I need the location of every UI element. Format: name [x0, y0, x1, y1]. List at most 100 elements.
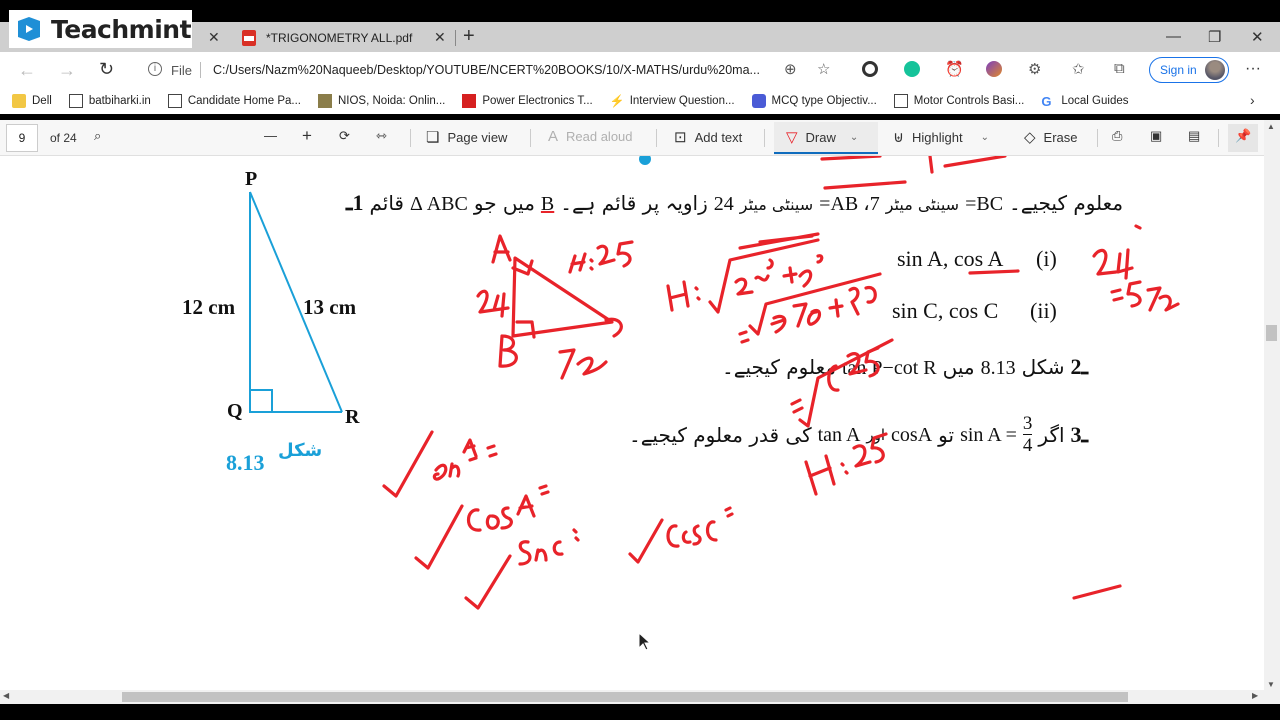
reload-button[interactable]: ↻ — [99, 59, 114, 80]
restore-button[interactable]: ❐ — [1208, 28, 1221, 46]
bookmark-item[interactable]: Power Electronics T... — [462, 94, 593, 108]
bookmark-item[interactable]: NIOS, Noida: Onlin... — [317, 94, 445, 108]
bookmark-item[interactable]: ⚡ Interview Question... — [610, 94, 735, 108]
collections-icon[interactable]: ⧉ — [1114, 60, 1125, 77]
ink-576-49 — [770, 285, 877, 334]
page-number-input[interactable]: 9 — [6, 124, 38, 152]
favorites-icon[interactable]: ✩ — [1072, 60, 1085, 78]
ink-24-squared — [1092, 224, 1142, 280]
highlight-button[interactable]: ⊎ Highlight ⌄ — [893, 128, 989, 146]
ink-sina — [432, 438, 498, 481]
ink-checkmark — [464, 554, 512, 610]
folder-icon — [12, 94, 26, 108]
vertical-scrollbar-thumb[interactable] — [1266, 325, 1277, 341]
forward-button[interactable]: → — [58, 60, 76, 81]
toolbar-divider — [656, 129, 657, 147]
scroll-left-arrow-icon[interactable]: ◀ — [3, 691, 9, 700]
ink-checkmark — [628, 518, 664, 564]
scroll-down-arrow-icon[interactable]: ▼ — [1267, 680, 1275, 689]
scheme-label: File — [171, 63, 192, 78]
info-icon[interactable]: i — [148, 62, 162, 76]
save-icon[interactable]: ▣ — [1150, 128, 1162, 144]
bookmark-item[interactable]: Dell — [12, 94, 52, 108]
bookmark-item[interactable]: batbiharki.in — [68, 94, 151, 108]
ink-7c — [558, 348, 608, 380]
bookmark-item[interactable]: Candidate Home Pa... — [167, 94, 301, 108]
bookmarks-bar: Dell batbiharki.in Candidate Home Pa... … — [0, 88, 1280, 114]
tab-close-button[interactable]: ✕ — [208, 29, 220, 46]
ink-annotations — [382, 156, 1180, 610]
extensions-puzzle-icon[interactable]: ⚙ — [1028, 60, 1041, 78]
bookmark-item[interactable]: MCQ type Objectiv... — [751, 94, 877, 108]
extension-shield-icon[interactable] — [862, 61, 878, 77]
search-icon[interactable]: ⌕ — [94, 128, 101, 144]
tab-close-button[interactable]: ✕ — [434, 29, 446, 46]
draw-active-indicator — [774, 152, 878, 154]
bookmark-item[interactable]: G Local Guides — [1041, 94, 1128, 109]
ink-label-a — [491, 234, 512, 264]
ink-stroke — [1072, 584, 1122, 600]
rotate-icon[interactable]: ⟳ — [339, 128, 350, 144]
ink-sqrt-3 — [798, 338, 894, 428]
grammarly-icon[interactable] — [904, 61, 920, 77]
teachmint-logo: Teachmint — [9, 10, 192, 48]
read-aloud-button[interactable]: A Read aloud — [548, 128, 633, 145]
ink-cosa — [466, 484, 550, 532]
draw-button[interactable]: ▽ Draw ⌄ — [786, 128, 858, 146]
zoom-icon[interactable]: ⊕ — [784, 60, 797, 78]
highlighter-icon: ⊎ — [893, 129, 904, 146]
job-icon — [462, 94, 477, 108]
google-icon: G — [1041, 94, 1052, 109]
add-favorite-icon[interactable]: ☆ — [817, 60, 830, 78]
vertical-scrollbar[interactable] — [1264, 120, 1280, 690]
ink-24 — [476, 289, 510, 318]
scroll-up-arrow-icon[interactable]: ▲ — [1267, 122, 1275, 131]
add-text-button[interactable]: ⊡ Add text — [674, 128, 742, 146]
url-field[interactable]: C:/Users/Nazm%20Naqueeb/Desktop/YOUTUBE/… — [213, 63, 760, 77]
new-tab-button[interactable]: + — [463, 25, 475, 48]
back-button[interactable]: ← — [18, 60, 36, 81]
erase-button[interactable]: ◇ Erase — [1024, 128, 1078, 146]
page-view-button[interactable]: ❏ Page view — [426, 128, 507, 146]
toolbar-divider — [764, 129, 765, 147]
blue-dot — [639, 156, 651, 165]
more-menu-button[interactable]: ··· — [1245, 60, 1261, 78]
alarm-extension-icon[interactable]: ⏰ — [945, 60, 964, 78]
page-icon — [167, 94, 182, 108]
save-as-icon[interactable]: ▤ — [1188, 128, 1200, 144]
ink-h — [666, 280, 701, 312]
pin-icon: 📌 — [1235, 128, 1252, 143]
minimize-button[interactable]: — — [1166, 28, 1181, 45]
bookmarks-overflow-chevron-icon[interactable]: › — [1250, 92, 1255, 108]
draw-dropdown-chevron-icon[interactable]: ⌄ — [850, 132, 858, 143]
ink-checkmark — [382, 430, 434, 498]
close-window-button[interactable]: ✕ — [1251, 28, 1264, 46]
zoom-out-button[interactable]: — — [264, 128, 277, 143]
fit-width-icon[interactable]: ⇿ — [376, 128, 387, 144]
print-icon[interactable]: ⎙ — [1112, 128, 1122, 144]
ink-stroke — [820, 156, 882, 161]
zoom-in-button[interactable]: + — [302, 126, 312, 146]
tab-title: *TRIGONOMETRY ALL.pdf — [266, 31, 413, 45]
draw-pen-icon: ▽ — [786, 129, 798, 146]
horizontal-scrollbar-thumb[interactable] — [122, 692, 1128, 702]
pdf-toolbar — [0, 120, 1280, 156]
ink-sinc — [518, 528, 580, 566]
ink-stroke — [823, 180, 907, 190]
extension-icon[interactable] — [986, 61, 1002, 77]
scroll-right-arrow-icon[interactable]: ▶ — [1252, 691, 1258, 700]
page-icon — [68, 94, 83, 108]
ink-sqrt-2 — [748, 272, 882, 336]
tab-pdf[interactable]: *TRIGONOMETRY ALL.pdf — [230, 24, 456, 52]
toolbar-divider — [410, 129, 411, 147]
avatar — [1205, 60, 1225, 80]
mouse-cursor-icon — [638, 632, 652, 651]
toolbar-divider — [530, 129, 531, 147]
teachmint-logo-text: Teachmint — [51, 14, 192, 44]
bookmark-item[interactable]: Motor Controls Basi... — [893, 94, 1024, 108]
highlight-dropdown-chevron-icon[interactable]: ⌄ — [981, 132, 989, 143]
sign-in-button[interactable]: Sign in — [1149, 57, 1229, 83]
ink-stroke — [928, 156, 934, 174]
sign-in-label: Sign in — [1160, 63, 1197, 77]
address-divider — [200, 62, 201, 78]
